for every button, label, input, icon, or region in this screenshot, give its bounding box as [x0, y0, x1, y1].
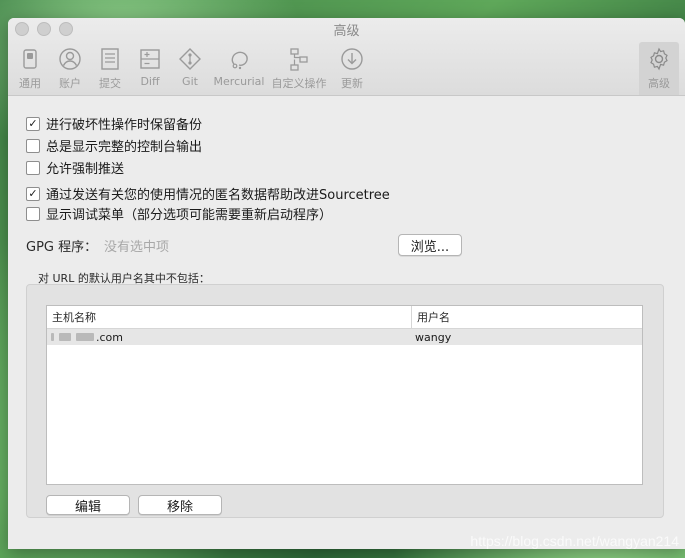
tab-advanced-label: 高级 [648, 77, 670, 90]
mercurial-icon [231, 51, 248, 70]
option-force-push[interactable]: 允许强制推送 [26, 158, 124, 177]
gpg-program-value: 没有选中项 [104, 240, 170, 255]
diff-icon [140, 49, 160, 69]
username-cell: wangy [415, 330, 452, 344]
column-header-host[interactable]: 主机名称 [47, 306, 412, 328]
git-icon [179, 48, 201, 70]
tab-git[interactable]: Git [174, 42, 206, 94]
browse-button[interactable]: 浏览... [398, 234, 462, 256]
option-full-console-output-label: 总是显示完整的控制台输出 [46, 140, 203, 155]
host-cell: .com [47, 329, 411, 345]
redacted-host-part [59, 333, 71, 341]
tab-accounts-label: 账户 [59, 77, 81, 90]
host-suffix: .com [96, 330, 123, 344]
gear-icon [650, 47, 668, 71]
preferences-toolbar: 通用 账户 提交 Diff Git Mercurial 自定义操作 更新 高级 [8, 42, 685, 95]
tab-diff-label: Diff [140, 75, 160, 88]
redacted-host-part [76, 333, 94, 341]
tab-mercurial-label: Mercurial [213, 75, 265, 88]
tab-mercurial[interactable]: Mercurial [211, 42, 267, 94]
url-exclusions-group: 主机名称 用户名 .com wangy 编辑 移除 [26, 284, 664, 518]
tab-commit-label: 提交 [99, 77, 121, 90]
tab-update-label: 更新 [341, 77, 363, 90]
checkbox-force-push[interactable] [26, 160, 40, 175]
option-keep-backups[interactable]: ✓ 进行破坏性操作时保留备份 [26, 114, 202, 133]
checkbox-keep-backups[interactable]: ✓ [26, 116, 40, 131]
checkbox-full-console-output[interactable] [26, 138, 40, 153]
tab-accounts[interactable]: 账户 [54, 42, 86, 94]
tab-custom-actions[interactable]: 自定义操作 [270, 42, 328, 94]
tab-git-label: Git [182, 75, 198, 88]
option-send-usage-data-label: 通过发送有关您的使用情况的匿名数据帮助改进Sourcetree [46, 188, 390, 203]
advanced-settings-panel: ✓ 进行破坏性操作时保留备份 总是显示完整的控制台输出 允许强制推送 ✓ 通过发… [8, 96, 685, 549]
tab-advanced[interactable]: 高级 [639, 42, 679, 95]
tab-general[interactable]: 通用 [14, 42, 46, 94]
switch-icon [23, 49, 37, 69]
option-force-push-label: 允许强制推送 [46, 162, 125, 177]
checkbox-debug-menu[interactable] [26, 206, 40, 221]
option-debug-menu[interactable]: 显示调试菜单（部分选项可能需要重新启动程序） [26, 204, 332, 223]
redacted-host-part [51, 333, 54, 341]
tab-commit[interactable]: 提交 [94, 42, 126, 94]
option-keep-backups-label: 进行破坏性操作时保留备份 [46, 118, 203, 133]
window-title: 高级 [333, 24, 360, 39]
tab-general-label: 通用 [19, 77, 41, 90]
account-icon [59, 48, 81, 70]
option-send-usage-data[interactable]: ✓ 通过发送有关您的使用情况的匿名数据帮助改进Sourcetree [26, 184, 390, 203]
column-header-username[interactable]: 用户名 [412, 306, 450, 328]
tab-custom-actions-label: 自定义操作 [271, 77, 327, 90]
table-row[interactable]: .com wangy [47, 329, 642, 345]
watermark-text: https://blog.csdn.net/wangyan214 [470, 533, 679, 549]
remove-button[interactable]: 移除 [138, 495, 222, 515]
title-bar: 高级 通用 账户 提交 Diff Git Mercurial 自定义操作 更新 … [8, 18, 685, 96]
gpg-program-label: GPG 程序： [26, 240, 98, 255]
checkbox-send-usage-data[interactable]: ✓ [26, 186, 40, 201]
edit-button[interactable]: 编辑 [46, 495, 130, 515]
preferences-window: 高级 通用 账户 提交 Diff Git Mercurial 自定义操作 更新 … [8, 18, 685, 549]
update-icon [341, 48, 363, 70]
custom-actions-icon [290, 48, 308, 71]
url-exclusions-table[interactable]: 主机名称 用户名 .com wangy [46, 305, 643, 485]
option-full-console-output[interactable]: 总是显示完整的控制台输出 [26, 136, 202, 155]
tab-diff[interactable]: Diff [134, 42, 166, 94]
tab-update[interactable]: 更新 [336, 42, 368, 94]
commit-icon [101, 48, 119, 70]
table-header: 主机名称 用户名 [47, 306, 642, 329]
option-debug-menu-label: 显示调试菜单（部分选项可能需要重新启动程序） [46, 208, 333, 223]
